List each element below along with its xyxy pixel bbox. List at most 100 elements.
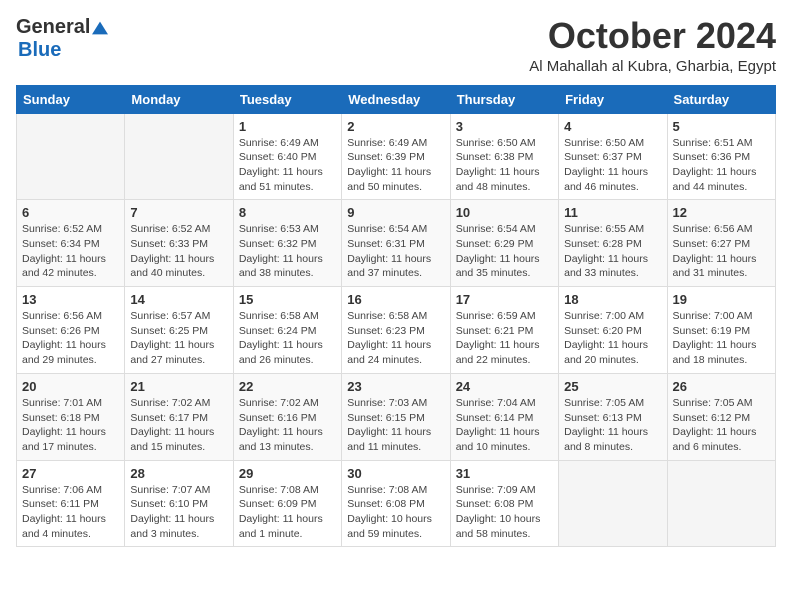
day-info: Sunrise: 7:04 AM Sunset: 6:14 PM Dayligh… [456,396,553,455]
day-info: Sunrise: 6:58 AM Sunset: 6:23 PM Dayligh… [347,309,444,368]
calendar-day-header: Wednesday [342,85,450,113]
calendar-week-row: 27 Sunrise: 7:06 AM Sunset: 6:11 PM Dayli… [17,460,776,547]
day-info: Sunrise: 7:08 AM Sunset: 6:09 PM Dayligh… [239,483,336,542]
logo: General Blue [16,16,108,62]
day-number: 11 [564,205,661,220]
page-header: General Blue October 2024 Al Mahallah al… [16,16,776,75]
day-info: Sunrise: 6:57 AM Sunset: 6:25 PM Dayligh… [130,309,227,368]
calendar-day-cell: 1 Sunrise: 6:49 AM Sunset: 6:40 PM Daylig… [233,113,341,200]
location-subtitle: Al Mahallah al Kubra, Gharbia, Egypt [529,58,776,75]
calendar-table: SundayMondayTuesdayWednesdayThursdayFrid… [16,85,776,548]
day-info: Sunrise: 6:56 AM Sunset: 6:27 PM Dayligh… [673,222,770,281]
day-number: 20 [22,379,119,394]
calendar-week-row: 6 Sunrise: 6:52 AM Sunset: 6:34 PM Daylig… [17,200,776,287]
calendar-day-header: Thursday [450,85,558,113]
day-number: 5 [673,119,770,134]
calendar-day-cell: 3Sunrise: 6:50 AM Sunset: 6:38 PM Daylig… [450,113,558,200]
calendar-header-row: SundayMondayTuesdayWednesdayThursdayFrid… [17,85,776,113]
calendar-day-cell: 9 Sunrise: 6:54 AM Sunset: 6:31 PM Daylig… [342,200,450,287]
calendar-day-cell: 17 Sunrise: 6:59 AM Sunset: 6:21 PM Dayli… [450,287,558,374]
day-info: Sunrise: 7:05 AM Sunset: 6:12 PM Dayligh… [673,396,770,455]
day-info: Sunrise: 7:01 AM Sunset: 6:18 PM Dayligh… [22,396,119,455]
calendar-week-row: 20 Sunrise: 7:01 AM Sunset: 6:18 PM Dayli… [17,373,776,460]
calendar-day-cell: 2 Sunrise: 6:49 AM Sunset: 6:39 PM Daylig… [342,113,450,200]
calendar-day-cell: 30 Sunrise: 7:08 AM Sunset: 6:08 PM Dayli… [342,460,450,547]
month-title: October 2024 [529,16,776,56]
calendar-day-cell: 14 Sunrise: 6:57 AM Sunset: 6:25 PM Dayli… [125,287,233,374]
calendar-day-cell: 5 Sunrise: 6:51 AM Sunset: 6:36 PM Daylig… [667,113,775,200]
day-number: 27 [22,466,119,481]
day-info: Sunrise: 7:02 AM Sunset: 6:17 PM Dayligh… [130,396,227,455]
day-number: 23 [347,379,444,394]
day-info: Sunrise: 6:52 AM Sunset: 6:34 PM Dayligh… [22,222,119,281]
calendar-day-cell [559,460,667,547]
day-number: 13 [22,292,119,307]
day-number: 16 [347,292,444,307]
calendar-week-row: 1 Sunrise: 6:49 AM Sunset: 6:40 PM Daylig… [17,113,776,200]
calendar-day-cell: 11 Sunrise: 6:55 AM Sunset: 6:28 PM Dayli… [559,200,667,287]
day-number: 24 [456,379,553,394]
day-info: Sunrise: 7:07 AM Sunset: 6:10 PM Dayligh… [130,483,227,542]
day-number: 1 [239,119,336,134]
day-info: Sunrise: 6:53 AM Sunset: 6:32 PM Dayligh… [239,222,336,281]
day-number: 18 [564,292,661,307]
day-number: 31 [456,466,553,481]
day-info: Sunrise: 7:00 AM Sunset: 6:19 PM Dayligh… [673,309,770,368]
day-info: Sunrise: 6:54 AM Sunset: 6:29 PM Dayligh… [456,222,553,281]
day-info: Sunrise: 6:58 AM Sunset: 6:24 PM Dayligh… [239,309,336,368]
calendar-day-cell: 12 Sunrise: 6:56 AM Sunset: 6:27 PM Dayli… [667,200,775,287]
calendar-day-header: Sunday [17,85,125,113]
day-number: 7 [130,205,227,220]
day-number: 9 [347,205,444,220]
calendar-day-cell: 10Sunrise: 6:54 AM Sunset: 6:29 PM Dayli… [450,200,558,287]
day-number: 21 [130,379,227,394]
day-info: Sunrise: 6:51 AM Sunset: 6:36 PM Dayligh… [673,136,770,195]
logo-blue-text: Blue [18,39,61,61]
logo-general-text: General [16,16,90,39]
day-number: 17 [456,292,553,307]
calendar-day-cell: 15Sunrise: 6:58 AM Sunset: 6:24 PM Dayli… [233,287,341,374]
calendar-day-cell [17,113,125,200]
calendar-day-cell: 13 Sunrise: 6:56 AM Sunset: 6:26 PM Dayli… [17,287,125,374]
day-info: Sunrise: 6:50 AM Sunset: 6:38 PM Dayligh… [456,136,553,195]
calendar-day-cell: 22 Sunrise: 7:02 AM Sunset: 6:16 PM Dayli… [233,373,341,460]
calendar-day-cell: 20 Sunrise: 7:01 AM Sunset: 6:18 PM Dayli… [17,373,125,460]
day-number: 29 [239,466,336,481]
day-number: 14 [130,292,227,307]
calendar-day-cell: 7 Sunrise: 6:52 AM Sunset: 6:33 PM Daylig… [125,200,233,287]
day-info: Sunrise: 6:52 AM Sunset: 6:33 PM Dayligh… [130,222,227,281]
day-info: Sunrise: 6:56 AM Sunset: 6:26 PM Dayligh… [22,309,119,368]
day-info: Sunrise: 6:49 AM Sunset: 6:39 PM Dayligh… [347,136,444,195]
calendar-day-cell: 31 Sunrise: 7:09 AM Sunset: 6:08 PM Dayli… [450,460,558,547]
day-info: Sunrise: 7:03 AM Sunset: 6:15 PM Dayligh… [347,396,444,455]
day-info: Sunrise: 6:49 AM Sunset: 6:40 PM Dayligh… [239,136,336,195]
calendar-day-cell: 19 Sunrise: 7:00 AM Sunset: 6:19 PM Dayli… [667,287,775,374]
calendar-day-cell: 25Sunrise: 7:05 AM Sunset: 6:13 PM Dayli… [559,373,667,460]
calendar-day-header: Friday [559,85,667,113]
day-number: 19 [673,292,770,307]
calendar-day-cell [125,113,233,200]
day-info: Sunrise: 6:55 AM Sunset: 6:28 PM Dayligh… [564,222,661,281]
calendar-day-header: Tuesday [233,85,341,113]
day-info: Sunrise: 7:09 AM Sunset: 6:08 PM Dayligh… [456,483,553,542]
calendar-day-cell: 8Sunrise: 6:53 AM Sunset: 6:32 PM Daylig… [233,200,341,287]
day-info: Sunrise: 7:00 AM Sunset: 6:20 PM Dayligh… [564,309,661,368]
day-info: Sunrise: 6:54 AM Sunset: 6:31 PM Dayligh… [347,222,444,281]
day-number: 28 [130,466,227,481]
calendar-day-cell: 16 Sunrise: 6:58 AM Sunset: 6:23 PM Dayli… [342,287,450,374]
day-info: Sunrise: 7:02 AM Sunset: 6:16 PM Dayligh… [239,396,336,455]
calendar-day-cell: 27 Sunrise: 7:06 AM Sunset: 6:11 PM Dayli… [17,460,125,547]
calendar-day-cell: 18 Sunrise: 7:00 AM Sunset: 6:20 PM Dayli… [559,287,667,374]
day-number: 12 [673,205,770,220]
calendar-day-cell: 6 Sunrise: 6:52 AM Sunset: 6:34 PM Daylig… [17,200,125,287]
calendar-day-cell: 29 Sunrise: 7:08 AM Sunset: 6:09 PM Dayli… [233,460,341,547]
day-number: 22 [239,379,336,394]
day-info: Sunrise: 6:59 AM Sunset: 6:21 PM Dayligh… [456,309,553,368]
day-number: 26 [673,379,770,394]
day-number: 6 [22,205,119,220]
day-number: 2 [347,119,444,134]
day-number: 30 [347,466,444,481]
day-info: Sunrise: 7:06 AM Sunset: 6:11 PM Dayligh… [22,483,119,542]
day-info: Sunrise: 7:08 AM Sunset: 6:08 PM Dayligh… [347,483,444,542]
calendar-day-cell: 23 Sunrise: 7:03 AM Sunset: 6:15 PM Dayli… [342,373,450,460]
